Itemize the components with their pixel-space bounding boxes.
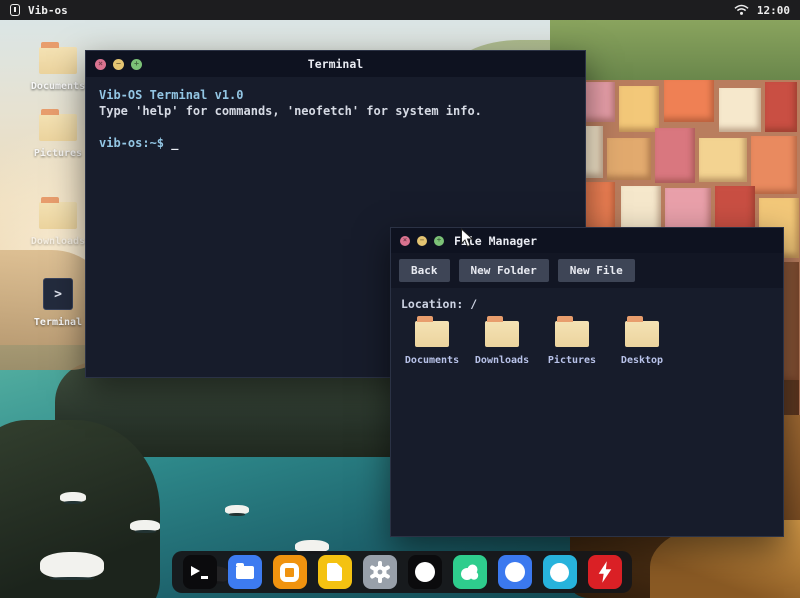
terminal-icon: > bbox=[43, 278, 73, 310]
clock: 12:00 bbox=[757, 4, 790, 17]
folder-item-downloads[interactable]: Downloads bbox=[467, 321, 537, 366]
maximize-button[interactable]: + bbox=[434, 236, 444, 246]
menubar-right: 12:00 bbox=[734, 4, 790, 17]
document-glyph bbox=[327, 563, 342, 581]
folder-label: Pictures bbox=[548, 355, 596, 366]
dock-browser-icon[interactable] bbox=[498, 555, 532, 589]
dock-files-icon[interactable] bbox=[228, 555, 262, 589]
file-manager-titlebar[interactable]: × − + File Manager bbox=[391, 228, 783, 253]
desktop-icon-label: Pictures bbox=[34, 148, 82, 159]
circle-glyph bbox=[550, 563, 569, 582]
minimize-button[interactable]: − bbox=[417, 236, 427, 246]
gear-glyph bbox=[368, 560, 392, 584]
os-logo-icon bbox=[10, 4, 20, 16]
terminal-prompt: vib-os:~$ bbox=[99, 136, 164, 150]
folder-icon bbox=[485, 321, 519, 347]
new-file-button[interactable]: New File bbox=[558, 259, 635, 282]
terminal-output[interactable]: Vib-OS Terminal v1.0 Type 'help' for com… bbox=[86, 77, 585, 161]
mouse-cursor bbox=[460, 228, 474, 248]
folder-icon bbox=[625, 321, 659, 347]
boat bbox=[60, 492, 86, 502]
window-title: Terminal bbox=[86, 57, 585, 71]
menubar-left[interactable]: Vib-os bbox=[10, 4, 68, 17]
folder-item-documents[interactable]: Documents bbox=[397, 321, 467, 366]
terminal-help-line: Type 'help' for commands, 'neofetch' for… bbox=[99, 103, 572, 119]
folder-icon bbox=[555, 321, 589, 347]
folder-label: Desktop bbox=[621, 355, 663, 366]
folder-item-desktop[interactable]: Desktop bbox=[607, 321, 677, 366]
window-controls: × − + bbox=[400, 236, 444, 246]
desktop-icon-label: Documents bbox=[31, 81, 85, 92]
folder-label: Documents bbox=[405, 355, 459, 366]
os-name: Vib-os bbox=[28, 4, 68, 17]
location-bar: Location: / bbox=[391, 288, 783, 313]
folder-icon bbox=[415, 321, 449, 347]
folder-icon bbox=[39, 202, 77, 229]
folder-glyph bbox=[236, 566, 254, 579]
boat bbox=[130, 520, 160, 531]
menubar: Vib-os 12:00 bbox=[0, 0, 800, 20]
circle-glyph bbox=[415, 562, 435, 582]
dock-camera-icon[interactable] bbox=[408, 555, 442, 589]
close-button[interactable]: × bbox=[400, 236, 410, 246]
folder-icon bbox=[39, 114, 77, 141]
boat bbox=[40, 552, 104, 578]
terminal-prompt-glyph bbox=[191, 566, 208, 579]
dock bbox=[172, 551, 632, 593]
terminal-titlebar[interactable]: × − + Terminal bbox=[86, 51, 585, 77]
dock-notes-icon[interactable] bbox=[318, 555, 352, 589]
desktop-icon-label: Downloads bbox=[31, 236, 85, 247]
desktop-icon-label: Terminal bbox=[34, 317, 82, 328]
folder-item-pictures[interactable]: Pictures bbox=[537, 321, 607, 366]
circle-glyph bbox=[505, 562, 525, 582]
wifi-icon bbox=[734, 4, 749, 16]
terminal-prompt-line: vib-os:~$ _ bbox=[99, 135, 572, 151]
dock-git-icon[interactable] bbox=[453, 555, 487, 589]
dock-store-icon[interactable] bbox=[273, 555, 307, 589]
dock-terminal-icon[interactable] bbox=[183, 555, 217, 589]
square-glyph bbox=[280, 563, 299, 582]
dock-settings-icon[interactable] bbox=[363, 555, 397, 589]
blob-glyph bbox=[459, 562, 481, 582]
boat bbox=[225, 505, 249, 514]
new-folder-button[interactable]: New Folder bbox=[459, 259, 549, 282]
folder-label: Downloads bbox=[475, 355, 529, 366]
folder-grid: Documents Downloads Pictures Desktop bbox=[391, 313, 783, 374]
folder-icon bbox=[39, 47, 77, 74]
terminal-banner: Vib-OS Terminal v1.0 bbox=[99, 87, 572, 103]
terminal-cursor: _ bbox=[171, 136, 178, 150]
dock-power-icon[interactable] bbox=[588, 555, 622, 589]
dock-messages-icon[interactable] bbox=[543, 555, 577, 589]
file-manager-toolbar: Back New Folder New File bbox=[391, 253, 783, 288]
back-button[interactable]: Back bbox=[399, 259, 450, 282]
desktop-screen: Vib-os 12:00 Documents Pictures Download… bbox=[0, 0, 800, 598]
lightning-bolt-glyph bbox=[596, 559, 614, 585]
file-manager-window: × − + File Manager Back New Folder New F… bbox=[390, 227, 784, 537]
